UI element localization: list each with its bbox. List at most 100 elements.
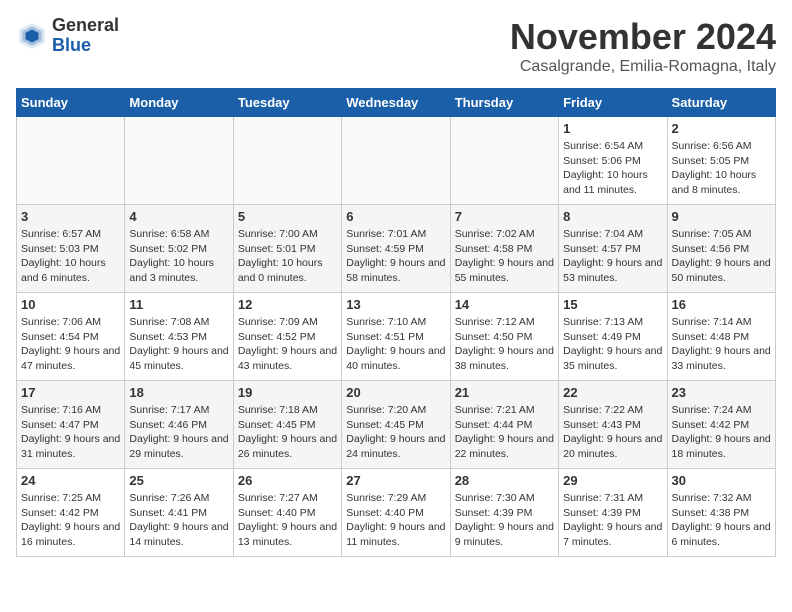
calendar-header-thursday: Thursday: [450, 89, 558, 117]
day-number: 30: [672, 473, 771, 488]
calendar-cell: 8 Sunrise: 7:04 AM Sunset: 4:57 PM Daylig…: [559, 205, 667, 293]
day-number: 25: [129, 473, 228, 488]
day-info: Sunrise: 7:21 AM Sunset: 4:44 PM Dayligh…: [455, 403, 554, 462]
day-number: 5: [238, 209, 337, 224]
day-info: Sunrise: 7:22 AM Sunset: 4:43 PM Dayligh…: [563, 403, 662, 462]
day-info: Sunrise: 7:26 AM Sunset: 4:41 PM Dayligh…: [129, 491, 228, 550]
calendar-cell: 28 Sunrise: 7:30 AM Sunset: 4:39 PM Dayli…: [450, 469, 558, 557]
day-number: 2: [672, 121, 771, 136]
calendar-cell: [233, 117, 341, 205]
calendar-cell: [450, 117, 558, 205]
calendar-cell: 15Sunrise: 7:13 AM Sunset: 4:49 PM Dayli…: [559, 293, 667, 381]
calendar-header-wednesday: Wednesday: [342, 89, 450, 117]
calendar-cell: 7 Sunrise: 7:02 AM Sunset: 4:58 PM Daylig…: [450, 205, 558, 293]
calendar-cell: 12 Sunrise: 7:09 AM Sunset: 4:52 PM Dayli…: [233, 293, 341, 381]
calendar-cell: 26Sunrise: 7:27 AM Sunset: 4:40 PM Dayli…: [233, 469, 341, 557]
calendar-cell: 29Sunrise: 7:31 AM Sunset: 4:39 PM Dayli…: [559, 469, 667, 557]
day-number: 18: [129, 385, 228, 400]
calendar-cell: [125, 117, 233, 205]
day-info: Sunrise: 7:25 AM Sunset: 4:42 PM Dayligh…: [21, 491, 120, 550]
day-number: 3: [21, 209, 120, 224]
calendar-header-friday: Friday: [559, 89, 667, 117]
calendar-cell: 1 Sunrise: 6:54 AM Sunset: 5:06 PM Daylig…: [559, 117, 667, 205]
day-info: Sunrise: 7:04 AM Sunset: 4:57 PM Dayligh…: [563, 227, 662, 286]
calendar-cell: 21 Sunrise: 7:21 AM Sunset: 4:44 PM Dayli…: [450, 381, 558, 469]
day-info: Sunrise: 6:54 AM Sunset: 5:06 PM Dayligh…: [563, 139, 662, 198]
calendar-cell: [17, 117, 125, 205]
calendar-cell: 16 Sunrise: 7:14 AM Sunset: 4:48 PM Dayli…: [667, 293, 775, 381]
day-info: Sunrise: 7:09 AM Sunset: 4:52 PM Dayligh…: [238, 315, 337, 374]
day-info: Sunrise: 7:16 AM Sunset: 4:47 PM Dayligh…: [21, 403, 120, 462]
day-number: 12: [238, 297, 337, 312]
day-number: 20: [346, 385, 445, 400]
calendar-cell: 20 Sunrise: 7:20 AM Sunset: 4:45 PM Dayli…: [342, 381, 450, 469]
calendar-cell: 27Sunrise: 7:29 AM Sunset: 4:40 PM Dayli…: [342, 469, 450, 557]
day-number: 29: [563, 473, 662, 488]
calendar-cell: 4 Sunrise: 6:58 AM Sunset: 5:02 PM Daylig…: [125, 205, 233, 293]
month-title: November 2024: [510, 16, 776, 58]
logo-general: General: [52, 16, 119, 36]
day-number: 28: [455, 473, 554, 488]
calendar-cell: 23 Sunrise: 7:24 AM Sunset: 4:42 PM Dayli…: [667, 381, 775, 469]
day-number: 23: [672, 385, 771, 400]
day-info: Sunrise: 7:01 AM Sunset: 4:59 PM Dayligh…: [346, 227, 445, 286]
logo-icon: [16, 20, 48, 52]
calendar-cell: 22 Sunrise: 7:22 AM Sunset: 4:43 PM Dayli…: [559, 381, 667, 469]
day-info: Sunrise: 7:10 AM Sunset: 4:51 PM Dayligh…: [346, 315, 445, 374]
day-info: Sunrise: 7:14 AM Sunset: 4:48 PM Dayligh…: [672, 315, 771, 374]
calendar-cell: 18Sunrise: 7:17 AM Sunset: 4:46 PM Dayli…: [125, 381, 233, 469]
day-info: Sunrise: 6:58 AM Sunset: 5:02 PM Dayligh…: [129, 227, 228, 286]
day-number: 14: [455, 297, 554, 312]
calendar-header-saturday: Saturday: [667, 89, 775, 117]
day-number: 4: [129, 209, 228, 224]
calendar-header-monday: Monday: [125, 89, 233, 117]
calendar-week-1: 1 Sunrise: 6:54 AM Sunset: 5:06 PM Daylig…: [17, 117, 776, 205]
day-info: Sunrise: 7:08 AM Sunset: 4:53 PM Dayligh…: [129, 315, 228, 374]
logo: General Blue: [16, 16, 119, 56]
day-info: Sunrise: 7:30 AM Sunset: 4:39 PM Dayligh…: [455, 491, 554, 550]
logo-blue: Blue: [52, 36, 119, 56]
day-number: 17: [21, 385, 120, 400]
day-number: 22: [563, 385, 662, 400]
calendar-header-row: SundayMondayTuesdayWednesdayThursdayFrid…: [17, 89, 776, 117]
day-number: 21: [455, 385, 554, 400]
calendar-cell: 30 Sunrise: 7:32 AM Sunset: 4:38 PM Dayli…: [667, 469, 775, 557]
day-info: Sunrise: 7:02 AM Sunset: 4:58 PM Dayligh…: [455, 227, 554, 286]
page-header: General Blue November 2024 Casalgrande, …: [16, 16, 776, 76]
day-number: 11: [129, 297, 228, 312]
calendar-cell: 9 Sunrise: 7:05 AM Sunset: 4:56 PM Daylig…: [667, 205, 775, 293]
calendar-week-4: 17 Sunrise: 7:16 AM Sunset: 4:47 PM Dayli…: [17, 381, 776, 469]
day-number: 27: [346, 473, 445, 488]
day-info: Sunrise: 7:06 AM Sunset: 4:54 PM Dayligh…: [21, 315, 120, 374]
day-number: 8: [563, 209, 662, 224]
day-number: 13: [346, 297, 445, 312]
day-info: Sunrise: 7:00 AM Sunset: 5:01 PM Dayligh…: [238, 227, 337, 286]
day-info: Sunrise: 7:05 AM Sunset: 4:56 PM Dayligh…: [672, 227, 771, 286]
calendar-cell: 13 Sunrise: 7:10 AM Sunset: 4:51 PM Dayli…: [342, 293, 450, 381]
day-number: 24: [21, 473, 120, 488]
day-info: Sunrise: 7:20 AM Sunset: 4:45 PM Dayligh…: [346, 403, 445, 462]
day-info: Sunrise: 7:27 AM Sunset: 4:40 PM Dayligh…: [238, 491, 337, 550]
calendar-cell: 17 Sunrise: 7:16 AM Sunset: 4:47 PM Dayli…: [17, 381, 125, 469]
day-number: 10: [21, 297, 120, 312]
calendar-cell: [342, 117, 450, 205]
day-info: Sunrise: 7:24 AM Sunset: 4:42 PM Dayligh…: [672, 403, 771, 462]
calendar-cell: 5 Sunrise: 7:00 AM Sunset: 5:01 PM Daylig…: [233, 205, 341, 293]
calendar-cell: 3Sunrise: 6:57 AM Sunset: 5:03 PM Daylig…: [17, 205, 125, 293]
calendar-cell: 25 Sunrise: 7:26 AM Sunset: 4:41 PM Dayli…: [125, 469, 233, 557]
calendar-header-tuesday: Tuesday: [233, 89, 341, 117]
calendar-table: SundayMondayTuesdayWednesdayThursdayFrid…: [16, 88, 776, 557]
day-number: 7: [455, 209, 554, 224]
day-number: 1: [563, 121, 662, 136]
calendar-week-2: 3Sunrise: 6:57 AM Sunset: 5:03 PM Daylig…: [17, 205, 776, 293]
calendar-cell: 10 Sunrise: 7:06 AM Sunset: 4:54 PM Dayli…: [17, 293, 125, 381]
calendar-header-sunday: Sunday: [17, 89, 125, 117]
logo-text: General Blue: [52, 16, 119, 56]
calendar-week-5: 24 Sunrise: 7:25 AM Sunset: 4:42 PM Dayli…: [17, 469, 776, 557]
day-info: Sunrise: 7:12 AM Sunset: 4:50 PM Dayligh…: [455, 315, 554, 374]
day-number: 6: [346, 209, 445, 224]
day-number: 16: [672, 297, 771, 312]
day-info: Sunrise: 7:32 AM Sunset: 4:38 PM Dayligh…: [672, 491, 771, 550]
calendar-cell: 19Sunrise: 7:18 AM Sunset: 4:45 PM Dayli…: [233, 381, 341, 469]
day-number: 9: [672, 209, 771, 224]
